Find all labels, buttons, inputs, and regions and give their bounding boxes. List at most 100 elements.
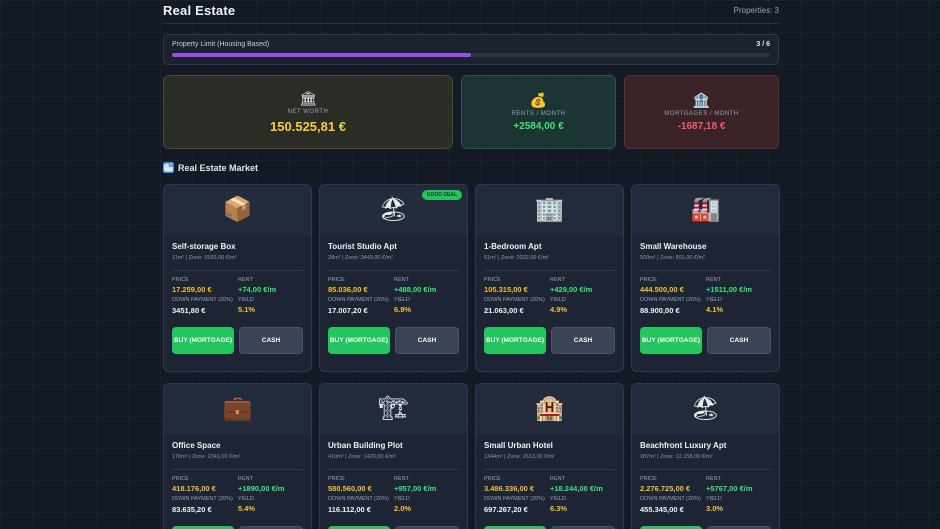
down-payment-label: DOWN PAYMENT (20%) bbox=[640, 297, 701, 303]
rent-value: +1890,00 €/m bbox=[238, 484, 285, 493]
down-payment-value: 83.635,20 € bbox=[172, 505, 212, 514]
yield-label: YIELD bbox=[238, 496, 254, 502]
price-label: PRICE bbox=[640, 277, 657, 283]
property-limit-value: 3 / 6 bbox=[756, 41, 770, 48]
property-name: Tourist Studio Apt bbox=[328, 242, 397, 251]
down-payment-value: 88.900,00 € bbox=[640, 306, 680, 315]
property-icon: 🏭 bbox=[690, 196, 721, 223]
property-name: Self-storage Box bbox=[172, 242, 236, 251]
property-image: 🏗 bbox=[320, 384, 467, 434]
rents-label: RENTS / MONTH bbox=[511, 111, 566, 117]
property-image: 📦 bbox=[164, 185, 311, 235]
mortgages-label: MORTGAGES / MONTH bbox=[664, 111, 739, 117]
cash-button[interactable]: CASH bbox=[551, 327, 615, 354]
yield-value: 2.0% bbox=[394, 504, 412, 513]
market-heading: 🏙 Real Estate Market bbox=[163, 162, 258, 173]
net-worth-card: 🏛 NET WORTH 150.525,81 € bbox=[163, 75, 453, 149]
down-payment-value: 697.267,20 € bbox=[484, 505, 528, 514]
property-image: 💼 bbox=[164, 384, 311, 434]
property-name: Small Warehouse bbox=[640, 242, 707, 251]
good-deal-badge: GOOD DEAL bbox=[421, 190, 462, 200]
down-payment-value: 116.112,00 € bbox=[328, 505, 371, 514]
down-payment-value: 17.007,20 € bbox=[328, 306, 368, 315]
property-card: 🏭 Small Warehouse 500m² | Zone: 891,00 €… bbox=[631, 184, 780, 372]
stats-row: 🏛 NET WORTH 150.525,81 € 💰 RENTS / MONTH… bbox=[163, 75, 779, 149]
price-label: PRICE bbox=[172, 277, 189, 283]
property-card: 🏗 Urban Building Plot 410m² | Zone: 1420… bbox=[319, 383, 468, 529]
property-card: 🏖 GOOD DEAL Tourist Studio Apt 28m² | Zo… bbox=[319, 184, 468, 372]
net-worth-label: NET WORTH bbox=[287, 109, 329, 115]
price-value: 3.486.336,00 € bbox=[484, 484, 535, 493]
property-card: 📦 Self-storage Box 11m² | Zone: 1593,00 … bbox=[163, 184, 312, 372]
rent-value: +74,00 €/m bbox=[238, 285, 277, 294]
property-name: Beachfront Luxury Apt bbox=[640, 441, 727, 450]
properties-count: Properties: 3 bbox=[733, 6, 779, 15]
rent-label: RENT bbox=[706, 476, 721, 482]
money-bag-icon: 💰 bbox=[529, 92, 548, 108]
rent-value: +18.244,00 €/m bbox=[550, 484, 603, 493]
buy-mortgage-button[interactable]: BUY (MORTGAGE) bbox=[328, 327, 390, 354]
market-title: Real Estate Market bbox=[178, 162, 259, 173]
property-name: Small Urban Hotel bbox=[484, 441, 553, 450]
down-payment-label: DOWN PAYMENT (20%) bbox=[484, 496, 545, 502]
rent-value: +5767,00 €/m bbox=[706, 484, 753, 493]
yield-label: YIELD bbox=[238, 297, 254, 303]
property-size-zone: 11m² | Zone: 1593,00 €/m² bbox=[172, 255, 237, 261]
property-icon: 🏖 bbox=[690, 395, 721, 422]
property-image: 🏖 bbox=[632, 384, 779, 434]
down-payment-value: 3451,80 € bbox=[172, 306, 206, 315]
down-payment-label: DOWN PAYMENT (20%) bbox=[484, 297, 545, 303]
yield-label: YIELD bbox=[394, 297, 410, 303]
property-name: Urban Building Plot bbox=[328, 441, 403, 450]
price-value: 444.500,00 € bbox=[640, 285, 684, 294]
yield-value: 5.1% bbox=[238, 305, 256, 314]
buy-mortgage-button[interactable]: BUY (MORTGAGE) bbox=[640, 327, 702, 354]
price-label: PRICE bbox=[484, 277, 501, 283]
property-card: 🏖 Beachfront Luxury Apt 187m² | Zone: 12… bbox=[631, 383, 780, 529]
price-label: PRICE bbox=[328, 277, 345, 283]
property-card: 🏢 1-Bedroom Apt 51m² | Zone: 2032,00 €/m… bbox=[475, 184, 624, 372]
yield-value: 4.9% bbox=[550, 305, 568, 314]
mortgages-value: -1687,18 € bbox=[677, 121, 726, 132]
rent-value: +957,00 €/m bbox=[394, 484, 437, 493]
yield-value: 4.1% bbox=[706, 305, 724, 314]
yield-value: 5.4% bbox=[238, 504, 256, 513]
price-value: 418.176,00 € bbox=[172, 484, 216, 493]
yield-label: YIELD bbox=[394, 496, 410, 502]
yield-label: YIELD bbox=[550, 496, 566, 502]
property-name: Office Space bbox=[172, 441, 221, 450]
down-payment-label: DOWN PAYMENT (20%) bbox=[328, 297, 389, 303]
rent-value: +429,00 €/m bbox=[550, 285, 593, 294]
cash-button[interactable]: CASH bbox=[707, 327, 771, 354]
property-size-zone: 28m² | Zone: 3443,00 €/m² bbox=[328, 255, 394, 261]
buy-mortgage-button[interactable]: BUY (MORTGAGE) bbox=[172, 327, 234, 354]
down-payment-label: DOWN PAYMENT (20%) bbox=[328, 496, 389, 502]
rent-label: RENT bbox=[550, 476, 565, 482]
property-icon: 🏗 bbox=[378, 395, 409, 422]
property-limit-progress-fill bbox=[172, 53, 471, 57]
property-card: 🏨 Small Urban Hotel 1344m² | Zone: 2613,… bbox=[475, 383, 624, 529]
rent-label: RENT bbox=[706, 277, 721, 283]
down-payment-value: 21.063,00 € bbox=[484, 306, 524, 315]
property-image: 🏨 bbox=[476, 384, 623, 434]
cash-button[interactable]: CASH bbox=[239, 327, 303, 354]
property-size-zone: 187m² | Zone: 12.158,00 €/m² bbox=[640, 454, 713, 460]
buy-mortgage-button[interactable]: BUY (MORTGAGE) bbox=[484, 327, 546, 354]
rent-label: RENT bbox=[394, 277, 409, 283]
rent-label: RENT bbox=[238, 277, 253, 283]
property-size-zone: 176m² | Zone: 2341,00 €/m² bbox=[172, 454, 241, 460]
down-payment-label: DOWN PAYMENT (20%) bbox=[172, 496, 233, 502]
price-label: PRICE bbox=[484, 476, 501, 482]
price-label: PRICE bbox=[640, 476, 657, 482]
bank-building-icon: 🏦 bbox=[692, 92, 711, 108]
down-payment-value: 455.345,00 € bbox=[640, 505, 684, 514]
rent-value: +1511,00 €/m bbox=[706, 285, 753, 294]
property-icon: 📦 bbox=[222, 196, 253, 223]
property-size-zone: 500m² | Zone: 891,00 €/m² bbox=[640, 255, 706, 261]
rent-label: RENT bbox=[238, 476, 253, 482]
rents-value: +2584,00 € bbox=[513, 121, 564, 132]
cash-button[interactable]: CASH bbox=[395, 327, 459, 354]
price-label: PRICE bbox=[172, 476, 189, 482]
yield-value: 3.0% bbox=[706, 504, 724, 513]
property-limit-progress bbox=[172, 53, 770, 57]
